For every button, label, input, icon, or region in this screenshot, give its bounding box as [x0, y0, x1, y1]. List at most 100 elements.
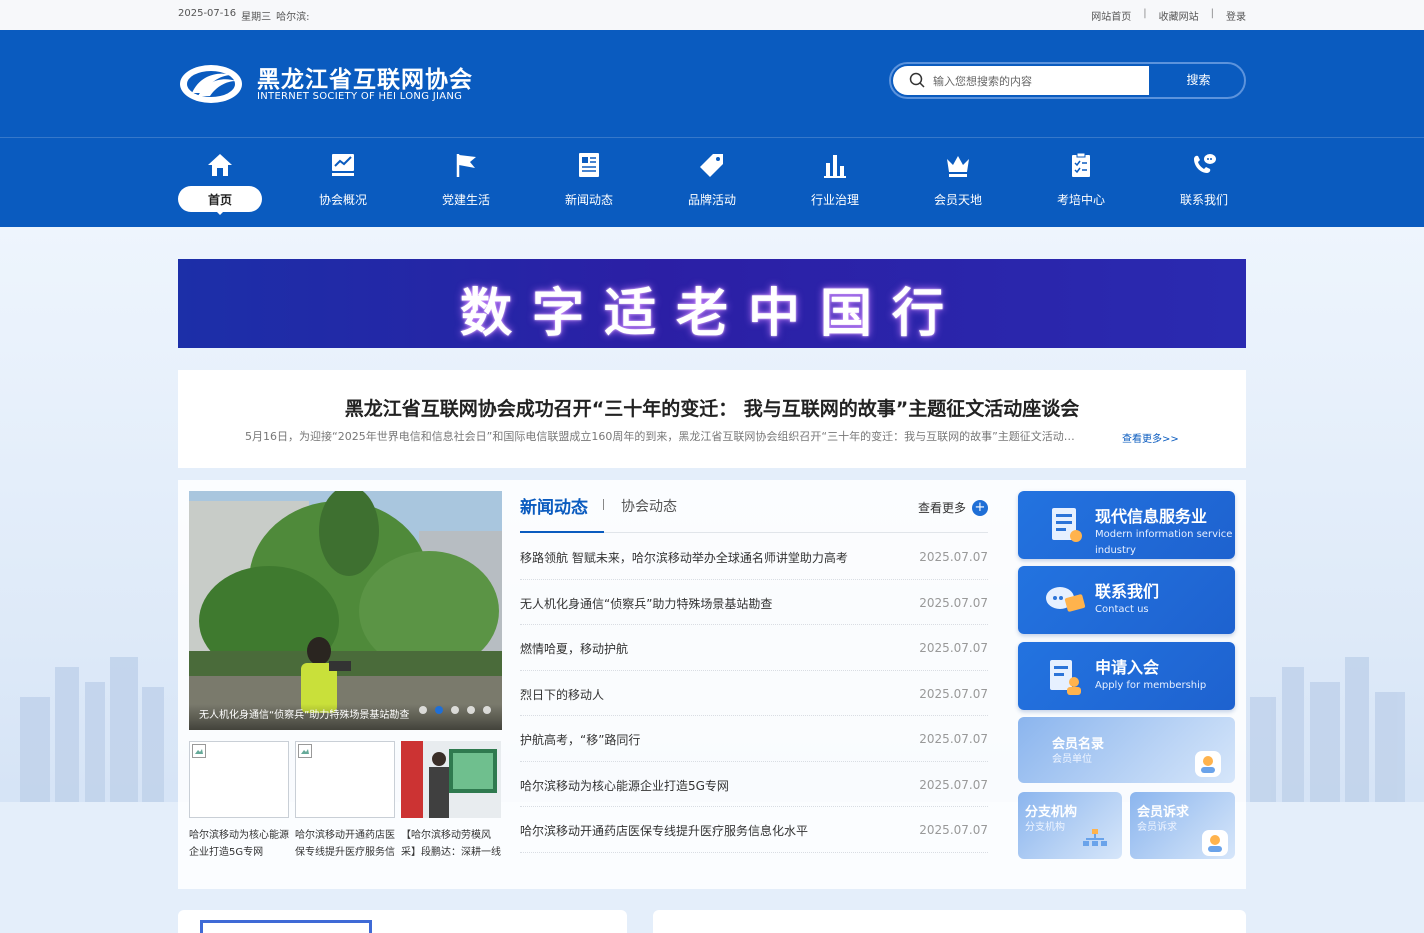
card-modern-info-service[interactable]: 现代信息服务业 Modern information service indus…: [1018, 491, 1235, 559]
tab-news[interactable]: 新闻动态: [520, 493, 588, 518]
news-tabs: 新闻动态 协会动态 查看更多 +: [520, 491, 988, 533]
thumbnail-caption: 哈尔滨移动为核心能源企业打造5G专网: [189, 830, 289, 858]
news-date: 2025.07.07: [919, 550, 988, 564]
slider-dots: [419, 706, 491, 714]
nav-item-brand[interactable]: 品牌活动: [670, 148, 754, 218]
hero-banner[interactable]: 数字适老中国行: [178, 259, 1246, 348]
news-date: 2025.07.07: [919, 732, 988, 746]
slider-dot-active[interactable]: [435, 706, 443, 714]
thumbnail-item[interactable]: 哈尔滨移动开通药店医保专线提升医疗服务信息化水平: [295, 741, 395, 861]
news-item[interactable]: 移路领航 智赋未来，哈尔滨移动举办全球通名师讲堂助力高考 2025.07.07: [520, 534, 988, 580]
phone-chat-icon: [1194, 154, 1216, 173]
plus-icon: +: [972, 499, 988, 516]
search-icon: [909, 72, 925, 88]
slider-dot[interactable]: [419, 706, 427, 714]
headline-more-link[interactable]: 查看更多>>: [1122, 430, 1179, 445]
card-apply-membership[interactable]: 申请入会 Apply for membership: [1018, 642, 1235, 710]
nav-item-home[interactable]: 首页: [178, 148, 262, 218]
date-text: 2025-07-16: [178, 8, 237, 19]
slider-dot[interactable]: [467, 706, 475, 714]
slider-dot[interactable]: [483, 706, 491, 714]
logo-icon[interactable]: [178, 63, 244, 105]
news-title: 哈尔滨移动为核心能源企业打造5G专网: [520, 778, 729, 793]
search-input[interactable]: [933, 71, 1143, 91]
thumbnail-item[interactable]: 【哈尔滨移动劳模风采】段鹏达：深耕一线: [401, 741, 501, 861]
chart-board-icon: [332, 154, 354, 176]
news-date: 2025.07.07: [919, 686, 988, 701]
news-section: 新闻动态 协会动态 查看更多 + 移路领航 智赋未来，哈尔滨移动举办全球通名师讲…: [520, 491, 988, 871]
card-member-directory[interactable]: 会员名录 会员单位: [1018, 717, 1235, 783]
card-branch-organizations[interactable]: 分支机构 分支机构: [1018, 792, 1122, 859]
nav-item-governance[interactable]: 行业治理: [793, 148, 877, 218]
news-title: 护航高考，“移”路同行: [520, 733, 641, 747]
news-title: 燃情哈夏，移动护航: [520, 642, 629, 656]
nav-item-party[interactable]: 党建生活: [424, 148, 508, 218]
home-link[interactable]: 网站首页: [1091, 8, 1131, 23]
news-item[interactable]: 燃情哈夏，移动护航 2025.07.07: [520, 625, 988, 671]
city-text: 哈尔滨:: [276, 12, 310, 23]
card-subtitle: 会员诉求: [1137, 822, 1177, 833]
nav-label: 考培中心: [1056, 193, 1105, 207]
slide-caption[interactable]: 无人机化身通信“侦察兵”助力特殊场景基站勘查: [199, 706, 413, 721]
login-link[interactable]: 登录: [1226, 8, 1246, 23]
news-date: 2025.07.07: [919, 641, 988, 655]
thumbnail-item[interactable]: 哈尔滨移动为核心能源企业打造5G专网: [189, 741, 289, 861]
crown-icon: [947, 156, 969, 177]
news-title: 无人机化身通信“侦察兵”助力特殊场景基站勘查: [520, 596, 773, 611]
news-item[interactable]: 无人机化身通信“侦察兵”助力特殊场景基站勘查 2025.07.07: [520, 580, 988, 625]
news-icon: [579, 153, 599, 177]
card-title: 会员诉求: [1137, 805, 1190, 820]
slider-dot[interactable]: [451, 706, 459, 714]
weekday-text: 星期三: [241, 12, 272, 23]
card-subtitle: Apply for membership: [1095, 680, 1207, 691]
search-button[interactable]: 搜索: [1153, 64, 1244, 97]
news-date: 2025.07.07: [919, 777, 988, 792]
flag-icon: [456, 154, 476, 177]
site-subtitle: INTERNET SOCIETY OF HEI LONG JIANG: [257, 91, 463, 102]
news-item[interactable]: 烈日下的移动人 2025.07.07: [520, 671, 988, 716]
thumbnail-photo: [401, 741, 501, 818]
member-card-icon: [1050, 660, 1081, 695]
thumbnail-image: [295, 741, 395, 818]
thumbnail-image: [401, 741, 501, 818]
top-bar: 2025-07-16 星期三 哈尔滨: 网站首页 | 收藏网站 | 登录: [0, 0, 1424, 30]
search-box: 搜索: [889, 62, 1246, 99]
site-header: 黑龙江省互联网协会 INTERNET SOCIETY OF HEI LONG J…: [0, 30, 1424, 227]
site-title[interactable]: 黑龙江省互联网协会: [257, 60, 473, 94]
tag-icon: [700, 154, 723, 177]
card-contact-us[interactable]: 联系我们 Contact us: [1018, 566, 1235, 634]
link-separator: |: [1143, 8, 1147, 19]
document-icon: [1052, 508, 1082, 542]
nav-item-training[interactable]: 考培中心: [1039, 148, 1123, 218]
nav-item-members[interactable]: 会员天地: [916, 148, 1000, 218]
nav-item-contact[interactable]: 联系我们: [1162, 148, 1246, 218]
thumbnail-image: [189, 741, 289, 818]
nav-label: 品牌活动: [687, 193, 736, 207]
thumbnail-caption: 【哈尔滨移动劳模风采】段鹏达：深耕一线: [401, 830, 501, 858]
date-weather: 2025-07-16 星期三 哈尔滨:: [178, 8, 310, 23]
card-subtitle: Contact us: [1095, 604, 1149, 615]
card-subtitle: Modern information service industry: [1095, 529, 1233, 556]
news-more-link[interactable]: 查看更多 +: [918, 499, 988, 516]
banner-title: 数字适老中国行: [459, 283, 964, 344]
card-title: 联系我们: [1095, 582, 1160, 601]
news-item[interactable]: 哈尔滨移动开通药店医保专线提升医疗服务信息化水平 2025.07.07: [520, 807, 988, 853]
card-member-appeals[interactable]: 会员诉求 会员诉求: [1130, 792, 1235, 859]
nav-item-news[interactable]: 新闻动态: [547, 148, 631, 218]
home-icon: [208, 154, 232, 176]
nav-item-about[interactable]: 协会概况: [301, 148, 385, 218]
panel-decoration: [200, 920, 372, 933]
news-more-label: 查看更多: [917, 501, 966, 515]
user-icon: [1195, 751, 1221, 777]
main-nav: 首页 协会概况 党建生活 新闻动态 品牌活动 行业治理 会员天地 考培中心 联系…: [178, 148, 1246, 218]
card-title: 分支机构: [1025, 805, 1078, 820]
tab-association[interactable]: 协会动态: [621, 496, 677, 516]
bookmark-link[interactable]: 收藏网站: [1159, 8, 1199, 23]
news-title: 哈尔滨移动开通药店医保专线提升医疗服务信息化水平: [520, 824, 809, 838]
news-item[interactable]: 哈尔滨移动为核心能源企业打造5G专网 2025.07.07: [520, 762, 988, 807]
nav-label: 协会概况: [318, 193, 367, 207]
news-slider[interactable]: 无人机化身通信“侦察兵”助力特殊场景基站勘查: [189, 491, 502, 730]
headline-title[interactable]: 黑龙江省互联网协会成功召开“三十年的变迁： 我与互联网的故事”主题征文活动座谈会: [178, 394, 1246, 421]
news-item[interactable]: 护航高考，“移”路同行 2025.07.07: [520, 716, 988, 762]
thumbnail-list: 哈尔滨移动为核心能源企业打造5G专网 哈尔滨移动开通药店医保专线提升医疗服务信息…: [189, 741, 502, 881]
